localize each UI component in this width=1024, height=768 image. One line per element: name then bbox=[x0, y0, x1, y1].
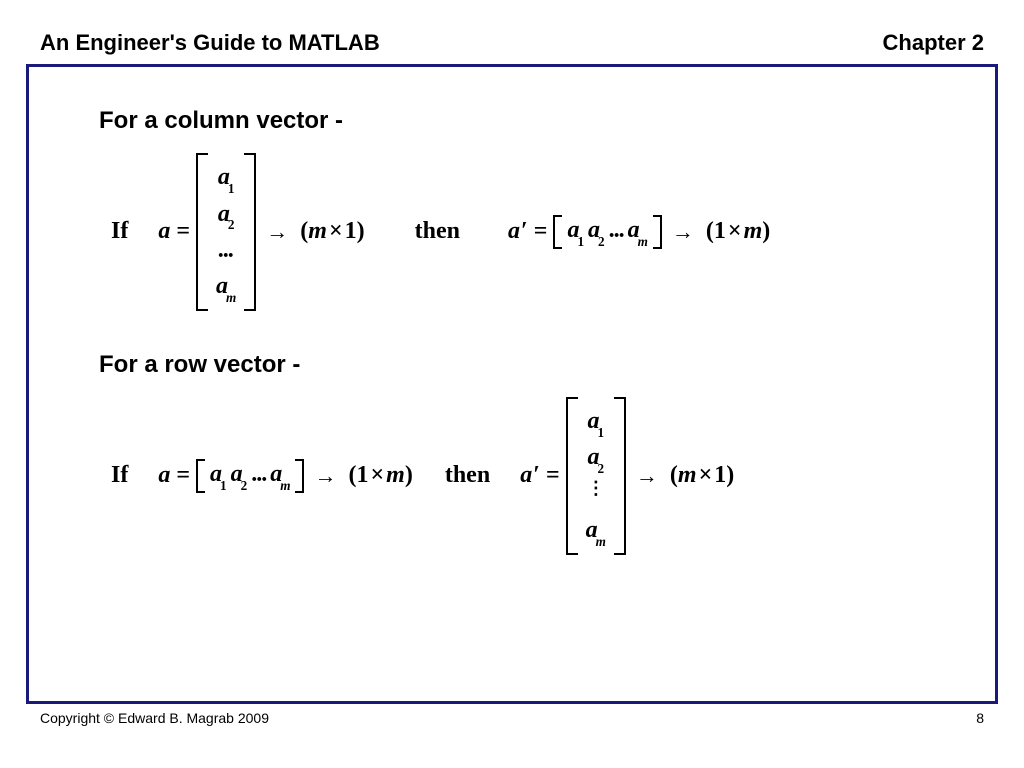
dim-m-by-1: (m×1) bbox=[300, 218, 364, 245]
row-vector-equation: If a = a1 a2 ... am → (1×m) then a′ = a1… bbox=[99, 397, 945, 555]
dim-m-by-1: (m×1) bbox=[670, 462, 734, 489]
if-label: If bbox=[111, 462, 128, 489]
var-a-prime: a′ bbox=[508, 218, 528, 245]
arrow-icon: → bbox=[314, 463, 336, 489]
equals-sign: = bbox=[546, 462, 560, 489]
section-row-heading: For a row vector - bbox=[99, 351, 945, 379]
slide-footer: Copyright © Edward B. Magrab 2009 8 bbox=[0, 704, 1024, 726]
page-number: 8 bbox=[976, 710, 984, 726]
equals-sign: = bbox=[534, 218, 548, 245]
then-label: then bbox=[445, 462, 490, 489]
if-label: If bbox=[111, 218, 128, 245]
equals-sign: = bbox=[176, 462, 190, 489]
column-vector-equation: If a = a1 a2 ... am → (m×1) then a′ = a1… bbox=[99, 153, 945, 311]
column-vector-bracket: a1 a2 ... am bbox=[196, 153, 256, 311]
var-a-prime: a′ bbox=[520, 462, 540, 489]
column-vector-bracket: a1 a2 ⋮ am bbox=[566, 397, 626, 555]
copyright-text: Copyright © Edward B. Magrab 2009 bbox=[40, 710, 269, 726]
then-label: then bbox=[415, 218, 460, 245]
slide-header: An Engineer's Guide to MATLAB Chapter 2 bbox=[0, 0, 1024, 64]
section-column-heading: For a column vector - bbox=[99, 107, 945, 135]
var-a: a bbox=[158, 218, 170, 245]
dim-1-by-m: (1×m) bbox=[348, 462, 412, 489]
dim-1-by-m: (1×m) bbox=[706, 218, 770, 245]
arrow-icon: → bbox=[266, 219, 288, 245]
content-frame: For a column vector - If a = a1 a2 ... a… bbox=[26, 64, 998, 704]
arrow-icon: → bbox=[672, 219, 694, 245]
row-vector-bracket: a1 a2 ... am bbox=[553, 215, 661, 249]
book-title: An Engineer's Guide to MATLAB bbox=[40, 30, 380, 56]
equals-sign: = bbox=[176, 218, 190, 245]
chapter-label: Chapter 2 bbox=[883, 30, 984, 56]
var-a: a bbox=[158, 462, 170, 489]
row-vector-bracket: a1 a2 ... am bbox=[196, 459, 304, 493]
arrow-icon: → bbox=[636, 463, 658, 489]
